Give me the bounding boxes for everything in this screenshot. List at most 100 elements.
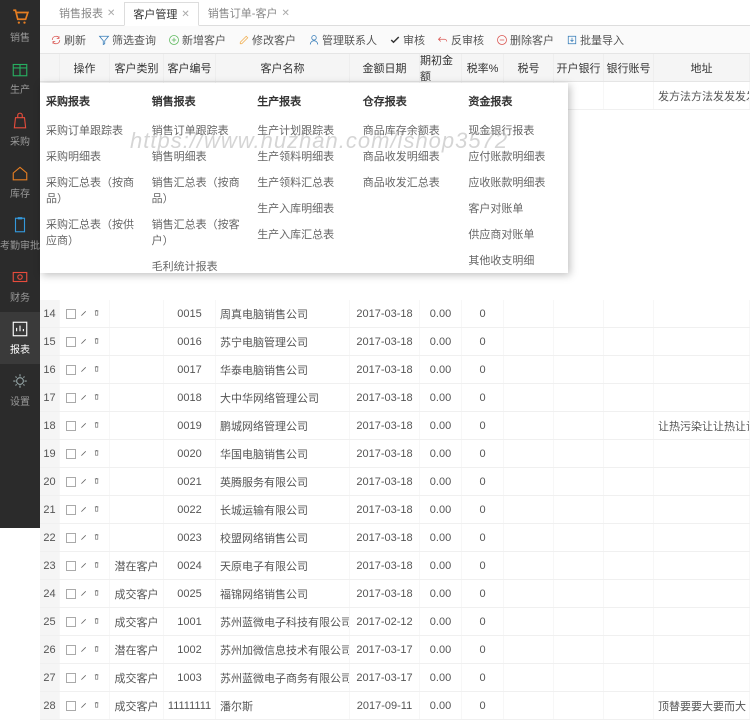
trash-icon[interactable] [93,393,103,403]
dropdown-item[interactable]: 生产领料明细表 [257,143,351,169]
checkbox[interactable] [66,393,76,403]
dropdown-item[interactable]: 采购汇总表（按供应商） [46,211,140,253]
tab[interactable]: 客户管理✕ [124,2,198,26]
trash-icon[interactable] [93,505,103,515]
dropdown-item[interactable]: 生产入库明细表 [257,195,351,221]
pencil-icon[interactable] [80,449,90,459]
table-row[interactable]: 27成交客户1003苏州蓝微电子商务有限公司2017-03-170.000 [40,664,750,692]
pencil-icon[interactable] [80,673,90,683]
pencil-icon[interactable] [80,561,90,571]
pencil-icon[interactable] [80,421,90,431]
dropdown-item[interactable]: 应付账款明细表 [468,143,562,169]
checkbox[interactable] [66,421,76,431]
close-icon[interactable]: ✕ [281,8,289,19]
sidebar-item-gear[interactable]: 设置 [0,364,40,416]
pencil-icon[interactable] [80,533,90,543]
tab[interactable]: 销售订单-客户✕ [199,1,299,25]
sidebar-item-home[interactable]: 库存 [0,156,40,208]
trash-icon[interactable] [93,561,103,571]
dropdown-item[interactable]: 商品收发汇总表 [363,169,457,195]
toolbar-del-button[interactable]: 删除客户 [496,32,554,48]
pencil-icon[interactable] [80,701,90,711]
checkbox[interactable] [66,617,76,627]
trash-icon[interactable] [93,421,103,431]
checkbox[interactable] [66,449,76,459]
trash-icon[interactable] [93,533,103,543]
dropdown-item[interactable]: 销售汇总表（按客户） [152,211,246,253]
checkbox[interactable] [66,365,76,375]
toolbar-undo-button[interactable]: 反审核 [437,32,484,48]
checkbox[interactable] [66,701,76,711]
trash-icon[interactable] [93,589,103,599]
table-row[interactable]: 220023校盟网络销售公司2017-03-180.000 [40,524,750,552]
trash-icon[interactable] [93,617,103,627]
dropdown-item[interactable]: 生产领料汇总表 [257,169,351,195]
table-row[interactable]: 210022长城运输有限公司2017-03-180.000 [40,496,750,524]
trash-icon[interactable] [93,673,103,683]
dropdown-item[interactable]: 应收账款明细表 [468,169,562,195]
table-row[interactable]: 25成交客户1001苏州蓝微电子科技有限公司2017-02-120.000 [40,608,750,636]
dropdown-item[interactable]: 销售汇总表（按商品） [152,169,246,211]
sidebar-item-clip[interactable]: 考勤审批 [0,208,40,260]
dropdown-item[interactable]: 生产入库汇总表 [257,221,351,247]
checkbox[interactable] [66,645,76,655]
trash-icon[interactable] [93,701,103,711]
checkbox[interactable] [66,561,76,571]
pencil-icon[interactable] [80,505,90,515]
checkbox[interactable] [66,589,76,599]
toolbar-user-button[interactable]: 管理联系人 [308,32,377,48]
pencil-icon[interactable] [80,477,90,487]
sidebar-item-money[interactable]: 财务 [0,260,40,312]
dropdown-item[interactable]: 采购订单跟踪表 [46,117,140,143]
pencil-icon[interactable] [80,645,90,655]
tab[interactable]: 销售报表✕ [50,1,124,25]
table-row[interactable]: 23潜在客户0024天原电子有限公司2017-03-180.000 [40,552,750,580]
dropdown-item[interactable]: 供应商对账单 [468,221,562,247]
toolbar-refresh-button[interactable]: 刷新 [50,32,86,48]
trash-icon[interactable] [93,645,103,655]
sidebar-item-cart[interactable]: 销售 [0,0,40,52]
pencil-icon[interactable] [80,393,90,403]
dropdown-item[interactable]: 采购明细表 [46,143,140,169]
sidebar-item-bag[interactable]: 采购 [0,104,40,156]
trash-icon[interactable] [93,337,103,347]
sidebar-item-box[interactable]: 生产 [0,52,40,104]
pencil-icon[interactable] [80,337,90,347]
close-icon[interactable]: ✕ [107,8,115,19]
toolbar-add-button[interactable]: 新增客户 [168,32,226,48]
trash-icon[interactable] [93,477,103,487]
pencil-icon[interactable] [80,589,90,599]
dropdown-item[interactable]: 其他收支明细 [468,247,562,273]
sidebar-item-report[interactable]: 报表 [0,312,40,364]
table-row[interactable]: 24成交客户0025福锦网络销售公司2017-03-180.000 [40,580,750,608]
table-row[interactable]: 190020华国电脑销售公司2017-03-180.000 [40,440,750,468]
trash-icon[interactable] [93,449,103,459]
toolbar-import-button[interactable]: 批量导入 [566,32,624,48]
pencil-icon[interactable] [80,365,90,375]
toolbar-check-button[interactable]: 审核 [389,32,425,48]
dropdown-item[interactable]: 销售订单跟踪表 [152,117,246,143]
trash-icon[interactable] [93,365,103,375]
pencil-icon[interactable] [80,309,90,319]
checkbox[interactable] [66,337,76,347]
checkbox[interactable] [66,673,76,683]
table-row[interactable]: 170018大中华网络管理公司2017-03-180.000 [40,384,750,412]
table-row[interactable]: 150016苏宁电脑管理公司2017-03-180.000 [40,328,750,356]
checkbox[interactable] [66,309,76,319]
table-row[interactable]: 140015周真电脑销售公司2017-03-180.000 [40,300,750,328]
checkbox[interactable] [66,477,76,487]
pencil-icon[interactable] [80,617,90,627]
dropdown-item[interactable]: 现金银行报表 [468,117,562,143]
table-row[interactable]: 26潜在客户1002苏州加微信息技术有限公司2017-03-170.000 [40,636,750,664]
dropdown-item[interactable]: 采购汇总表（按商品） [46,169,140,211]
dropdown-item[interactable]: 商品收发明细表 [363,143,457,169]
table-row[interactable]: 180019鹏城网络管理公司2017-03-180.000让热污染让让热让让让发 [40,412,750,440]
toolbar-edit-button[interactable]: 修改客户 [238,32,296,48]
dropdown-item[interactable]: 销售明细表 [152,143,246,169]
close-icon[interactable]: ✕ [181,9,189,20]
table-row[interactable]: 200021英腾服务有限公司2017-03-180.000 [40,468,750,496]
checkbox[interactable] [66,505,76,515]
dropdown-item[interactable]: 商品库存余额表 [363,117,457,143]
dropdown-item[interactable]: 生产计划跟踪表 [257,117,351,143]
dropdown-item[interactable]: 客户对账单 [468,195,562,221]
